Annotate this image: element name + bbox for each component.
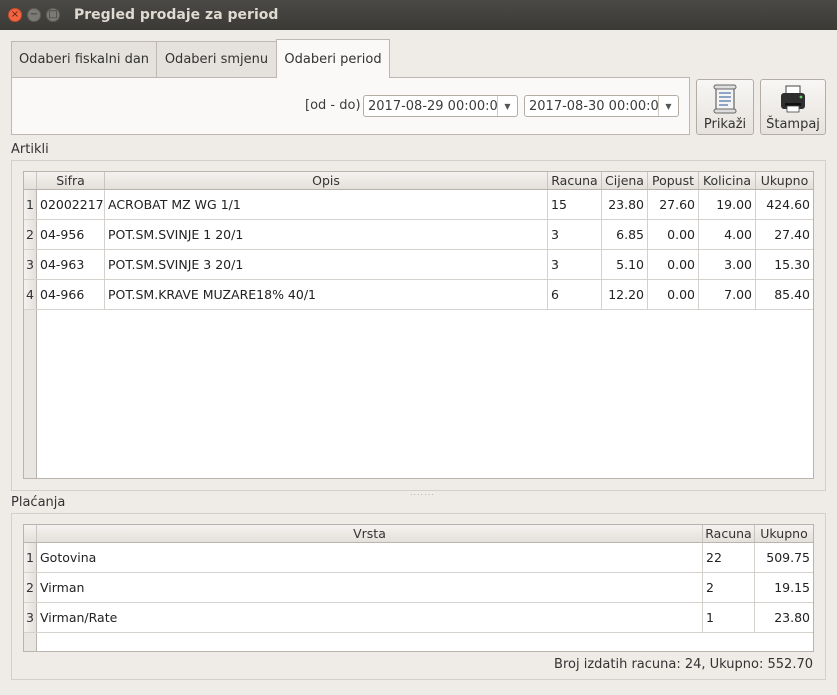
cell-cijena[interactable]: 6.85 bbox=[602, 220, 648, 249]
artikli-label: Artikli bbox=[11, 142, 49, 157]
row-number: 1 bbox=[24, 190, 37, 219]
table-row[interactable]: 1 Gotovina 22 509.75 bbox=[24, 543, 813, 573]
column-header-kolicina[interactable]: Kolicina bbox=[699, 172, 756, 189]
cell-ukupno[interactable]: 19.15 bbox=[755, 573, 813, 602]
cell-ukupno[interactable]: 27.40 bbox=[756, 220, 813, 249]
tab-period[interactable]: Odaberi period bbox=[276, 39, 390, 78]
chevron-down-icon[interactable]: ▼ bbox=[658, 96, 678, 116]
range-label: [od - do) bbox=[305, 98, 361, 113]
table-row[interactable]: 2 04-956 POT.SM.SVINJE 1 20/1 3 6.85 0.0… bbox=[24, 220, 813, 250]
cell-racuna[interactable]: 15 bbox=[548, 190, 602, 219]
cell-popust[interactable]: 0.00 bbox=[648, 250, 699, 279]
cell-sifra[interactable]: 04-966 bbox=[37, 280, 105, 309]
column-header-opis[interactable]: Opis bbox=[105, 172, 548, 189]
column-header-ukupno[interactable]: Ukupno bbox=[755, 525, 813, 542]
cell-racuna[interactable]: 1 bbox=[703, 603, 755, 632]
cell-vrsta[interactable]: Virman/Rate bbox=[37, 603, 703, 632]
show-button[interactable]: Prikaži bbox=[696, 79, 754, 135]
date-to-value: 2017-08-30 00:00:00 bbox=[529, 98, 658, 114]
print-button-label: Štampaj bbox=[766, 117, 820, 132]
print-button[interactable]: Štampaj bbox=[760, 79, 826, 135]
cell-racuna[interactable]: 2 bbox=[703, 573, 755, 602]
row-number: 3 bbox=[24, 603, 37, 632]
tab-fiscal-day[interactable]: Odaberi fiskalni dan bbox=[11, 41, 157, 77]
cell-vrsta[interactable]: Virman bbox=[37, 573, 703, 602]
date-to-combo[interactable]: 2017-08-30 00:00:00 ▼ bbox=[524, 95, 679, 117]
cell-ukupno[interactable]: 424.60 bbox=[756, 190, 813, 219]
cell-opis[interactable]: POT.SM.SVINJE 3 20/1 bbox=[105, 250, 548, 279]
cell-racuna[interactable]: 3 bbox=[548, 220, 602, 249]
column-header-sifra[interactable]: Sifra bbox=[37, 172, 105, 189]
scroll-icon bbox=[713, 84, 737, 114]
row-number: 1 bbox=[24, 543, 37, 572]
cell-sifra[interactable]: 04-956 bbox=[37, 220, 105, 249]
corner-cell bbox=[24, 172, 37, 189]
table-empty-area bbox=[24, 633, 813, 651]
cell-ukupno[interactable]: 23.80 bbox=[755, 603, 813, 632]
table-row[interactable]: 3 04-963 POT.SM.SVINJE 3 20/1 3 5.10 0.0… bbox=[24, 250, 813, 280]
row-number: 2 bbox=[24, 573, 37, 602]
cell-popust[interactable]: 0.00 bbox=[648, 280, 699, 309]
table-empty-area bbox=[24, 310, 813, 478]
row-number: 4 bbox=[24, 280, 37, 309]
artikli-table-header: Sifra Opis Racuna Cijena Popust Kolicina… bbox=[24, 172, 813, 190]
artikli-table[interactable]: Sifra Opis Racuna Cijena Popust Kolicina… bbox=[23, 171, 814, 479]
cell-kolicina[interactable]: 4.00 bbox=[699, 220, 756, 249]
cell-ukupno[interactable]: 15.30 bbox=[756, 250, 813, 279]
chevron-down-icon[interactable]: ▼ bbox=[497, 96, 517, 116]
window-title: Pregled prodaje za period bbox=[74, 7, 279, 23]
show-button-label: Prikaži bbox=[703, 117, 747, 132]
cell-racuna[interactable]: 3 bbox=[548, 250, 602, 279]
placanja-table[interactable]: Vrsta Racuna Ukupno 1 Gotovina 22 509.75… bbox=[23, 524, 814, 652]
cell-ukupno[interactable]: 85.40 bbox=[756, 280, 813, 309]
cell-sifra[interactable]: 02002217 bbox=[37, 190, 105, 219]
cell-ukupno[interactable]: 509.75 bbox=[755, 543, 813, 572]
maximize-icon[interactable]: □ bbox=[46, 8, 60, 22]
table-row[interactable]: 3 Virman/Rate 1 23.80 bbox=[24, 603, 813, 633]
splitter-handle[interactable]: ....... bbox=[410, 488, 435, 497]
cell-racuna[interactable]: 22 bbox=[703, 543, 755, 572]
cell-kolicina[interactable]: 7.00 bbox=[699, 280, 756, 309]
column-header-ukupno[interactable]: Ukupno bbox=[756, 172, 813, 189]
date-from-combo[interactable]: 2017-08-29 00:00:00 ▼ bbox=[363, 95, 518, 117]
cell-cijena[interactable]: 23.80 bbox=[602, 190, 648, 219]
title-bar: × − □ Pregled prodaje za period bbox=[0, 0, 837, 30]
cell-sifra[interactable]: 04-963 bbox=[37, 250, 105, 279]
cell-opis[interactable]: POT.SM.KRAVE MUZARE18% 40/1 bbox=[105, 280, 548, 309]
row-number: 3 bbox=[24, 250, 37, 279]
cell-kolicina[interactable]: 3.00 bbox=[699, 250, 756, 279]
cell-opis[interactable]: POT.SM.SVINJE 1 20/1 bbox=[105, 220, 548, 249]
cell-opis[interactable]: ACROBAT MZ WG 1/1 bbox=[105, 190, 548, 219]
cell-kolicina[interactable]: 19.00 bbox=[699, 190, 756, 219]
column-header-cijena[interactable]: Cijena bbox=[602, 172, 648, 189]
corner-cell bbox=[24, 525, 37, 542]
date-from-value: 2017-08-29 00:00:00 bbox=[368, 98, 497, 114]
placanja-table-header: Vrsta Racuna Ukupno bbox=[24, 525, 813, 543]
period-panel: [od - do) 2017-08-29 00:00:00 ▼ 2017-08-… bbox=[11, 77, 690, 135]
cell-cijena[interactable]: 5.10 bbox=[602, 250, 648, 279]
cell-popust[interactable]: 0.00 bbox=[648, 220, 699, 249]
cell-racuna[interactable]: 6 bbox=[548, 280, 602, 309]
main-window: × − □ Pregled prodaje za period Odaberi … bbox=[0, 0, 837, 695]
printer-icon bbox=[781, 85, 805, 113]
row-number: 2 bbox=[24, 220, 37, 249]
cell-popust[interactable]: 27.60 bbox=[648, 190, 699, 219]
column-header-vrsta[interactable]: Vrsta bbox=[37, 525, 703, 542]
tab-shift[interactable]: Odaberi smjenu bbox=[156, 41, 277, 77]
column-header-racuna[interactable]: Racuna bbox=[548, 172, 602, 189]
table-row[interactable]: 1 02002217 ACROBAT MZ WG 1/1 15 23.80 27… bbox=[24, 190, 813, 220]
summary-text: Broj izdatih racuna: 24, Ukupno: 552.70 bbox=[554, 657, 813, 672]
cell-vrsta[interactable]: Gotovina bbox=[37, 543, 703, 572]
placanja-label: Plaćanja bbox=[11, 495, 66, 510]
column-header-racuna[interactable]: Racuna bbox=[703, 525, 755, 542]
minimize-icon[interactable]: − bbox=[27, 8, 41, 22]
table-row[interactable]: 4 04-966 POT.SM.KRAVE MUZARE18% 40/1 6 1… bbox=[24, 280, 813, 310]
close-icon[interactable]: × bbox=[8, 8, 22, 22]
table-row[interactable]: 2 Virman 2 19.15 bbox=[24, 573, 813, 603]
cell-cijena[interactable]: 12.20 bbox=[602, 280, 648, 309]
column-header-popust[interactable]: Popust bbox=[648, 172, 699, 189]
